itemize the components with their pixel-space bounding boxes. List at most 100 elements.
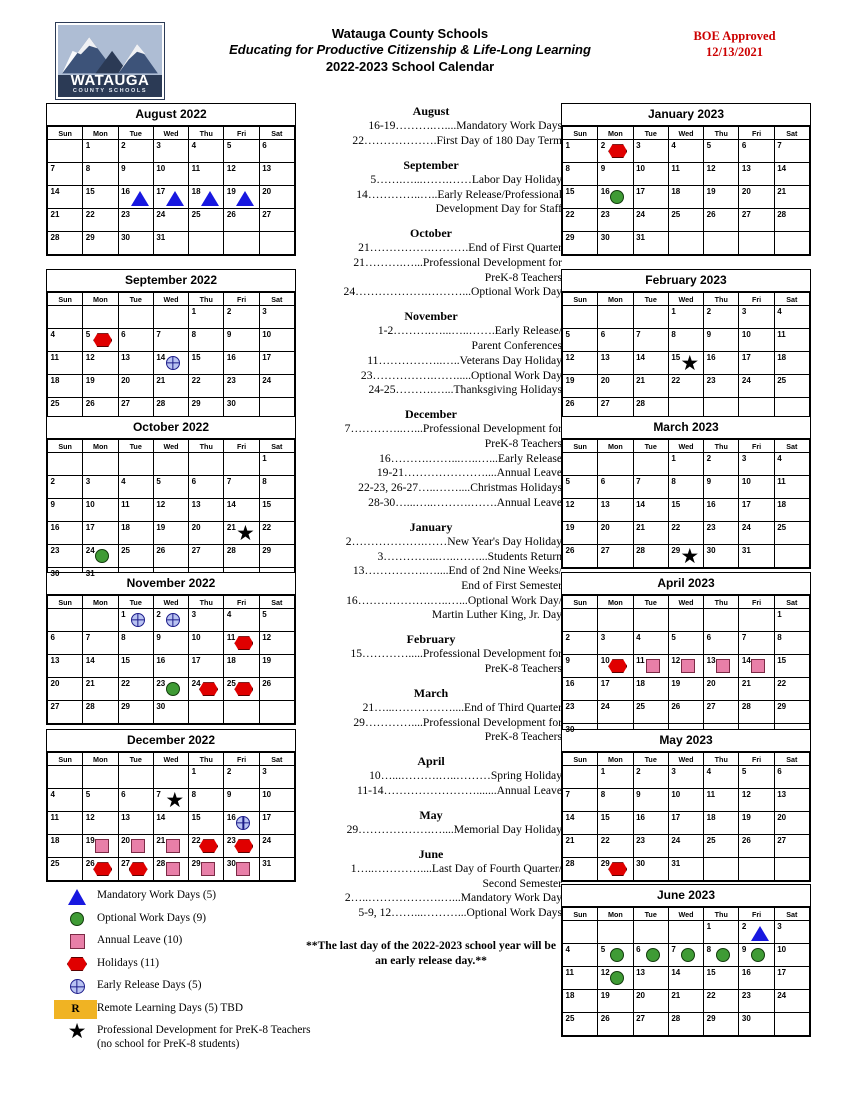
weekday-header-sun: Sun (46, 126, 84, 141)
week-row: 5 6 7 8 9 10 11 (561, 328, 811, 353)
day-number: 18 (121, 523, 130, 533)
day-cell-16: 16 (223, 351, 260, 376)
day-cell-22: 22 (773, 677, 811, 702)
notes-entry: 23…………….…….....Optional Work Day (360, 368, 562, 382)
day-cell-24: 24 (152, 208, 190, 233)
day-number: 11 (121, 500, 130, 510)
day-number: 9 (226, 330, 232, 340)
week-row: 1 2 3 4 (561, 452, 811, 477)
day-cell-23: 23 (561, 700, 599, 725)
day-number: 20 (600, 376, 610, 386)
week-row: 27 28 29 30 (46, 700, 296, 725)
day-number: 2 (706, 454, 712, 464)
day-number: 23 (565, 702, 575, 712)
day-cell-28: 28 (738, 700, 775, 725)
day-number: 7 (156, 330, 161, 340)
week-row: 1 2 3 4 5 6 (561, 765, 811, 790)
day-cell-13: 13 (738, 162, 775, 187)
day-cell-3: 3 (738, 452, 775, 477)
weekday-header-mon: Mon (597, 752, 634, 767)
day-cell-30: 30 (117, 231, 154, 256)
circle-marker-icon (95, 549, 110, 564)
day-cell-4: 4 (46, 788, 84, 813)
day-cell-29: 29 (597, 857, 634, 882)
circle-marker-icon (716, 948, 731, 963)
day-cell-29: 29 (188, 857, 225, 882)
day-cell-23: 23 (223, 374, 260, 399)
day-cell-6: 6 (46, 631, 84, 656)
week-row: 1 2 3 4 5 (46, 608, 296, 633)
optional-work-day-circle-glyph (70, 912, 84, 926)
day-cell-13: 13 (632, 966, 669, 991)
day-cell-20: 20 (703, 677, 740, 702)
day-cell-2: 2 (597, 139, 634, 164)
day-cell-3: 3 (632, 139, 669, 164)
notes-entry: 7…………..…...Professional Development for (344, 422, 562, 436)
notes-entry: 13…………….…....End of 2nd Nine Weeks/ (352, 564, 562, 578)
circle-marker-icon (610, 190, 625, 205)
day-cell-31: 31 (632, 231, 669, 256)
day-cell-12: 12 (258, 631, 296, 656)
day-cell-10: 10 (258, 788, 296, 813)
month-title: November 2022 (47, 573, 295, 596)
day-cell-23: 23 (703, 374, 740, 399)
day-number: 6 (121, 330, 126, 340)
day-number: 10 (741, 330, 751, 340)
day-cell-7: 7 (46, 162, 84, 187)
weekday-header-sat: Sat (773, 292, 811, 307)
day-cell-8: 8 (703, 943, 740, 968)
day-number: 19 (85, 376, 95, 386)
day-number: 24 (741, 523, 751, 533)
week-row: 20 21 22 23 24 25 26 (46, 677, 296, 702)
day-number: 22 (777, 679, 787, 689)
day-cell-29: 29 ★ (667, 544, 705, 569)
day-cell-29: 29 (258, 544, 296, 569)
day-number: 25 (191, 210, 201, 220)
day-number: 7 (741, 633, 747, 643)
week-row: 25 26 27 28 29 30 (561, 1012, 811, 1037)
day-number: 26 (671, 702, 681, 712)
week-row: 18 19 20 21 22 23 24 (561, 989, 811, 1014)
day-number: 30 (636, 859, 645, 869)
day-number: 5 (600, 945, 606, 955)
day-cell-27: 27 (46, 700, 84, 725)
day-number: 15 (565, 187, 575, 197)
week-row: 8 9 10 11 12 13 14 (561, 162, 811, 187)
day-cell-16: 16 (223, 811, 260, 836)
day-cell-30: 30 (597, 231, 634, 256)
day-number: 17 (600, 679, 610, 689)
day-number: 15 (706, 968, 716, 978)
day-cell-13: 13 (46, 654, 84, 679)
day-number: 12 (156, 500, 166, 510)
day-number: 9 (636, 790, 641, 800)
day-number: 24 (741, 376, 751, 386)
day-number: 23 (226, 376, 236, 386)
day-number: 21 (156, 836, 166, 846)
weekday-header-sat: Sat (258, 752, 296, 767)
day-cell-28: 28 (82, 700, 119, 725)
day-cell-17: 17 (188, 654, 225, 679)
day-cell-24: 24 (632, 208, 669, 233)
day-number: 12 (85, 353, 95, 363)
triangle-marker-icon (201, 191, 220, 207)
day-number: 10 (636, 164, 645, 174)
day-number: 9 (226, 790, 232, 800)
day-cell-11: 11 (773, 328, 811, 353)
day-number: 8 (671, 477, 676, 487)
notes-entry: 1-2……….…...…..…….Early Release/ (377, 324, 562, 338)
day-cell-12: 12 (152, 498, 190, 523)
day-number: 10 (191, 633, 201, 643)
day-cell-14: 14 (152, 351, 190, 376)
day-number: 29 (671, 546, 681, 556)
hex-marker-icon (199, 682, 219, 697)
weekday-header-thu: Thu (703, 595, 740, 610)
day-number: 7 (85, 633, 91, 643)
hex-marker-icon (608, 659, 628, 674)
day-cell-6: 6 (117, 328, 154, 353)
day-cell-10: 10 (258, 328, 296, 353)
notes-entry: 19-21…………………....Annual Leave (376, 466, 562, 480)
legend-row: Optional Work Days (9) (57, 911, 312, 928)
day-number: 11 (706, 790, 716, 800)
day-cell-8: 8 (258, 475, 296, 500)
day-cell-empty (188, 231, 225, 256)
